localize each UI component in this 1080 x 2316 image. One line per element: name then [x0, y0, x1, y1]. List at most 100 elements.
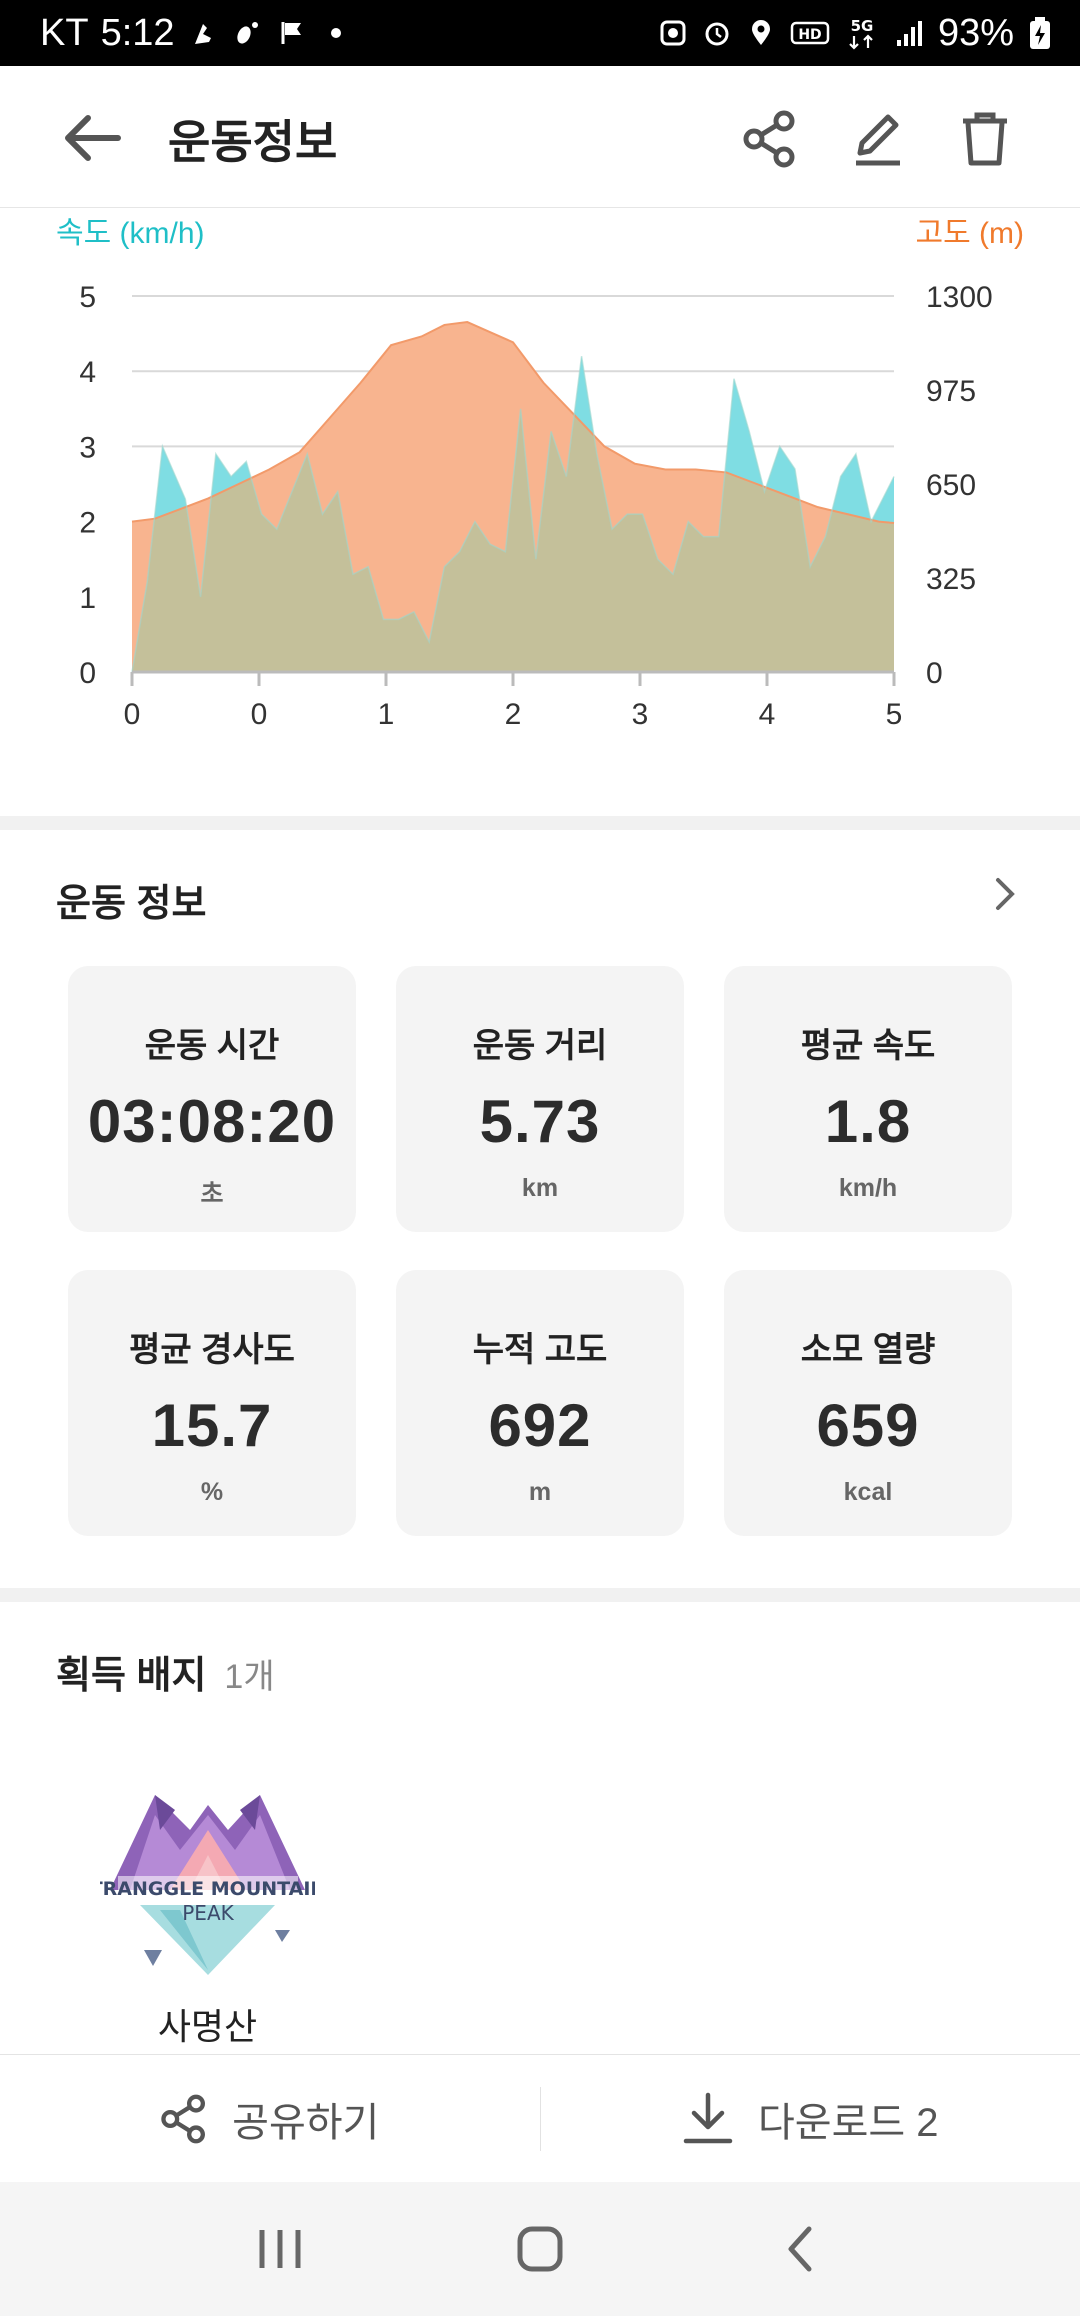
y-right-tick-label: 1300 [926, 281, 993, 314]
badges-count: 1개 [224, 1658, 275, 1696]
stat-unit: km/h [838, 1174, 898, 1202]
y-left-tick-label: 2 [79, 507, 96, 540]
stat-unit: kcal [843, 1478, 893, 1506]
5g-icon: 5G [844, 17, 880, 50]
delete-icon [963, 112, 1007, 166]
stat-value: 659 [816, 1392, 920, 1459]
exercise-stats-grid: 운동 시간 03:08:20 초 운동 거리 5.73 km 평균 속도 1.8… [68, 966, 1012, 1536]
svg-text:5G: 5G [851, 17, 874, 35]
svg-text:PEAK: PEAK [182, 1901, 234, 1925]
stat-card-calories: 소모 열량 659 kcal [724, 1270, 1012, 1536]
chart-plot: 012345032565097513000 0 1 2 3 4 5 [79, 281, 993, 731]
exercise-info-more-button[interactable] [976, 866, 1032, 922]
x-tick-label: 1 [378, 698, 395, 731]
stat-card-avg-slope: 평균 경사도 15.7 % [68, 1270, 356, 1536]
x-tick-label: 3 [632, 698, 649, 731]
y-right-tick-label: 0 [926, 657, 943, 690]
stat-unit: m [528, 1478, 552, 1506]
back-nav-button[interactable] [755, 2204, 845, 2294]
notification-dot-icon [321, 18, 351, 48]
home-button[interactable] [495, 2204, 585, 2294]
delete-button[interactable] [950, 104, 1020, 174]
share-action-label: 공유하기 [232, 2100, 380, 2145]
recent-apps-button[interactable] [235, 2204, 325, 2294]
badges-title: 획득 배지 1개 [56, 1644, 275, 1699]
svg-text:TRANGGLE MOUNTAIN: TRANGGLE MOUNTAIN [100, 1878, 315, 1900]
footprint-icon [233, 18, 263, 48]
back-button[interactable] [58, 110, 128, 166]
stat-unit: km [521, 1174, 559, 1202]
y-left-tick-label: 3 [79, 431, 96, 464]
recent-apps-icon [259, 2230, 301, 2268]
stat-label: 평균 경사도 [129, 1331, 295, 1369]
stat-value: 15.7 [151, 1392, 273, 1459]
alarm-icon [702, 18, 732, 48]
stat-label: 운동 시간 [144, 1027, 280, 1065]
y-right-tick-label: 975 [926, 375, 976, 408]
badge-item[interactable]: TRANGGLE MOUNTAIN PEAK [90, 1770, 326, 1985]
back-arrow-icon [65, 115, 121, 161]
stat-value: 03:08:20 [87, 1088, 337, 1155]
speed-altitude-chart: 속도 (km/h) 고도 (m) 0 1 2 3 4 5 0 325 650 975 1300 0 0 1… [0, 208, 1080, 816]
right-axis-title: 고도 (m) [915, 217, 1024, 250]
share-icon [743, 110, 795, 168]
y-left-tick-label: 4 [79, 356, 96, 389]
y-left-tick-label: 5 [79, 281, 96, 314]
hiking-app-icon [189, 18, 219, 48]
app-bar: 운동정보 [0, 66, 1080, 208]
carrier-label: KT [40, 11, 89, 54]
download-action-button[interactable]: 다운로드 2 [541, 2055, 1080, 2182]
edit-button[interactable] [843, 104, 913, 174]
x-tick-label: 4 [759, 698, 776, 731]
stat-card-avg-speed: 평균 속도 1.8 km/h [724, 966, 1012, 1232]
recycle-icon [658, 18, 688, 48]
x-tick-label: 2 [505, 698, 522, 731]
stat-card-distance: 운동 거리 5.73 km [396, 966, 684, 1232]
stat-value: 1.8 [824, 1088, 912, 1155]
status-bar: KT 5:12 HD 5G 93% [0, 0, 1080, 66]
stat-value: 692 [488, 1392, 592, 1459]
share-icon [161, 2094, 206, 2143]
download-action-label: 다운로드 2 [757, 2100, 939, 2145]
stat-label: 평균 속도 [800, 1027, 936, 1065]
y-left-tick-label: 0 [79, 657, 96, 690]
stat-unit: 초 [200, 1180, 224, 1208]
stat-card-duration: 운동 시간 03:08:20 초 [68, 966, 356, 1232]
clock: 5:12 [100, 11, 175, 54]
battery-charging-icon [1028, 17, 1052, 49]
chevron-right-icon [996, 878, 1015, 910]
section-divider [0, 1588, 1080, 1602]
system-nav-bar [0, 2182, 1080, 2316]
page-title: 운동정보 [168, 116, 338, 168]
share-button[interactable] [735, 104, 805, 174]
download-icon [683, 2092, 733, 2143]
mountain-peak-badge-icon: TRANGGLE MOUNTAIN PEAK [90, 1795, 326, 1975]
y-left-tick-label: 1 [79, 582, 96, 615]
stat-unit: % [200, 1478, 224, 1506]
signal-icon [894, 18, 924, 48]
x-tick-label: 0 [124, 698, 141, 731]
x-tick-label: 5 [886, 698, 903, 731]
stat-value: 5.73 [479, 1088, 601, 1155]
hd-voice-icon: HD [790, 18, 830, 48]
badges-title-label: 획득 배지 [56, 1655, 207, 1697]
x-tick-label: 0 [251, 698, 268, 731]
back-chevron-icon [788, 2226, 812, 2272]
left-axis-title: 속도 (km/h) [56, 217, 205, 250]
share-action-button[interactable]: 공유하기 [0, 2055, 540, 2182]
battery-percent: 93% [937, 11, 1014, 54]
edit-icon [856, 114, 900, 166]
section-divider [0, 816, 1080, 830]
flag-icon [277, 18, 307, 48]
location-icon [746, 18, 776, 48]
svg-text:HD: HD [798, 27, 821, 43]
bottom-action-bar: 공유하기 다운로드 2 [0, 2054, 1080, 2182]
badge-name: 사명산 [157, 2006, 258, 2047]
stat-label: 운동 거리 [472, 1027, 608, 1065]
stat-label: 누적 고도 [472, 1331, 608, 1369]
exercise-info-title: 운동 정보 [56, 883, 207, 925]
stat-card-elevation-gain: 누적 고도 692 m [396, 1270, 684, 1536]
y-right-tick-label: 325 [926, 563, 976, 596]
home-icon [517, 2226, 563, 2272]
y-right-tick-label: 650 [926, 469, 976, 502]
